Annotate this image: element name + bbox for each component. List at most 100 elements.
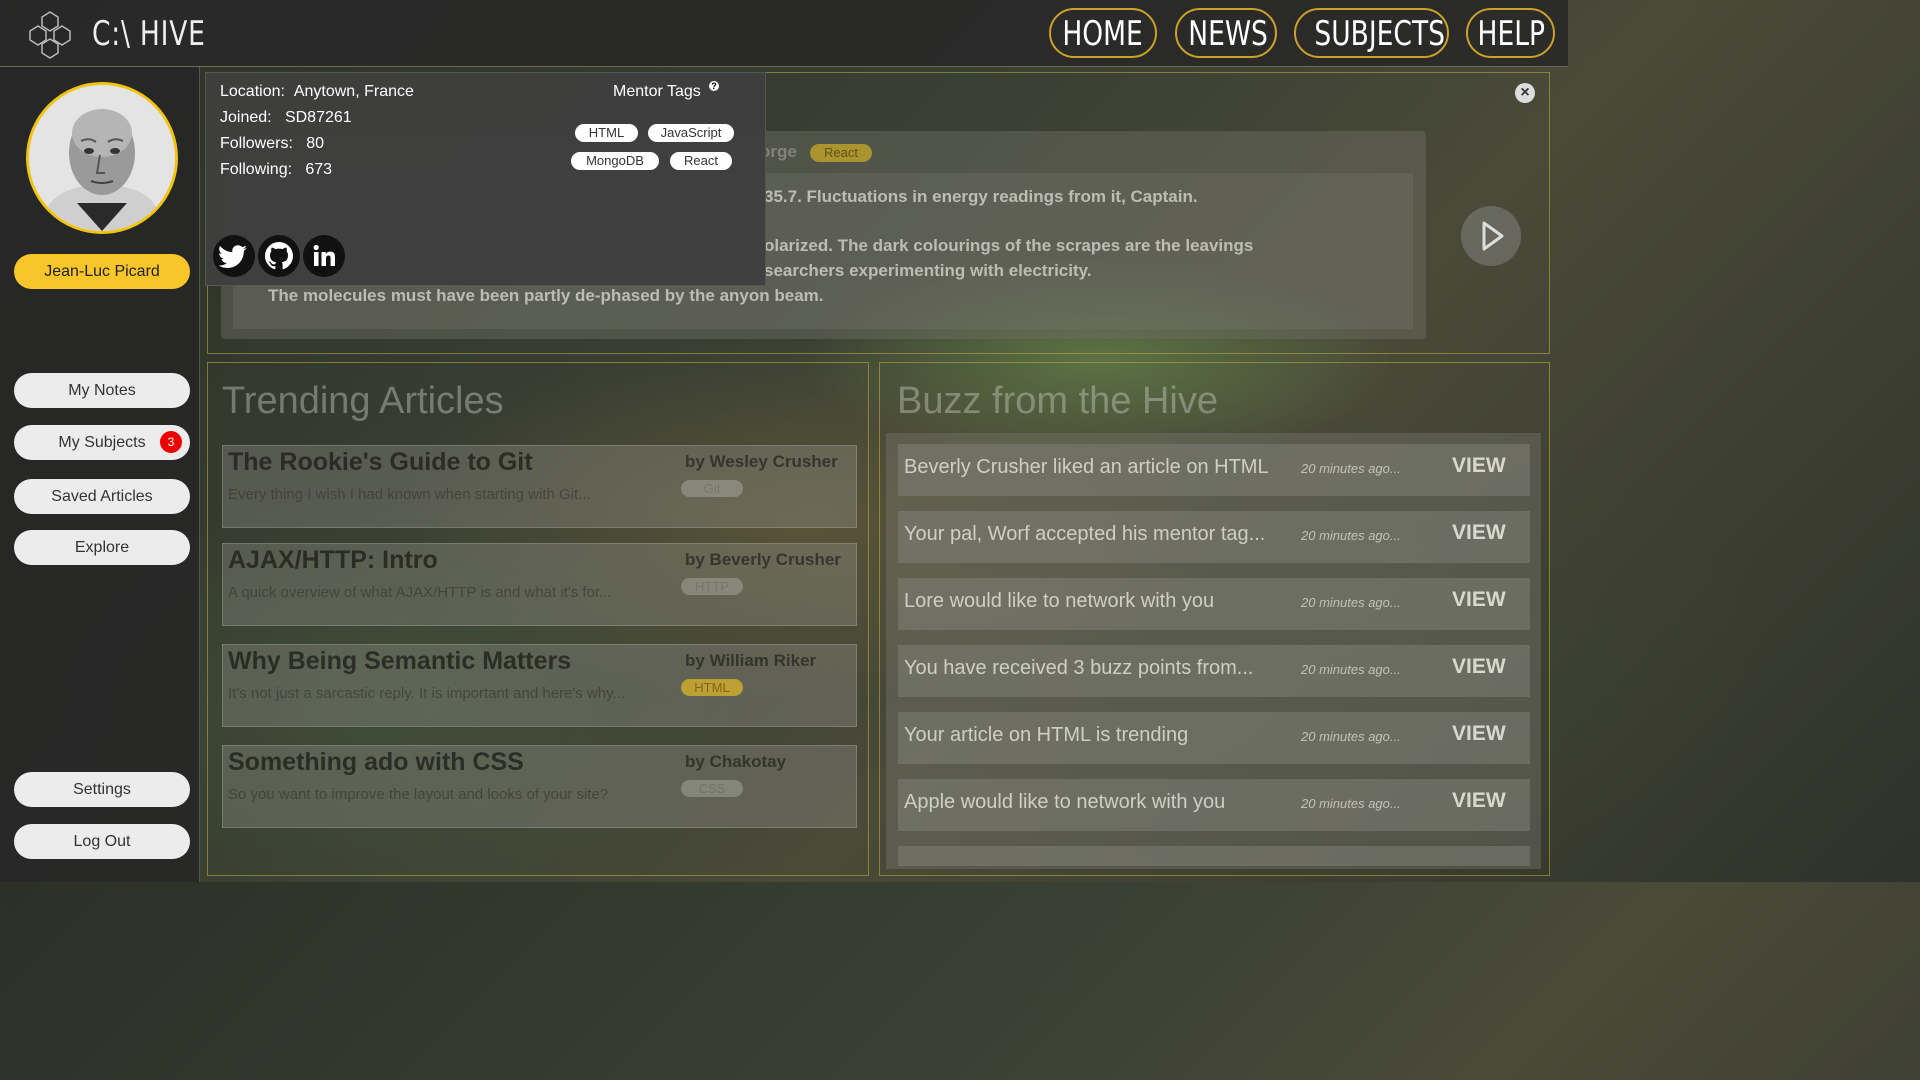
sidebar-item-explore[interactable]: Explore [14, 530, 190, 565]
github-icon[interactable] [258, 235, 300, 277]
twitter-glyph [218, 245, 247, 268]
location-label: Location: [220, 83, 285, 100]
user-name-button[interactable]: Jean-Luc Picard [14, 254, 190, 289]
sidebar-item-label: Explore [74, 539, 130, 556]
followers-label: Followers: [220, 135, 293, 152]
logout-label: Log Out [73, 833, 131, 850]
sidebar-item-my-subjects[interactable]: My Subjects 3 [14, 425, 190, 460]
sidebar-item-label: Saved Articles [51, 488, 153, 505]
view-button[interactable]: VIEW [1452, 454, 1506, 478]
buzz-item: Apple would like to network with you 20 … [898, 779, 1530, 831]
buzz-time: 20 minutes ago... [1301, 796, 1401, 811]
article-card[interactable]: AJAX/HTTP: Intro A quick overview of wha… [222, 543, 857, 626]
profile-joined: Joined: SD87261 [220, 109, 352, 127]
profile-following[interactable]: Following: 673 [220, 161, 332, 179]
article-title[interactable]: Something ado with CSS [228, 748, 524, 777]
help-icon[interactable]: ? [709, 81, 719, 91]
avatar-portrait [29, 85, 175, 231]
play-icon [1482, 221, 1504, 251]
joined-value: SD87261 [284, 109, 352, 126]
buzz-time: 20 minutes ago... [1301, 662, 1401, 677]
location-value: Anytown, France [293, 83, 414, 100]
profile-location: Location: Anytown, France [220, 83, 414, 101]
article-tag[interactable]: CSS [681, 780, 743, 797]
article-description: It's not just a sarcastic reply. It is i… [228, 685, 625, 702]
profile-followers[interactable]: Followers: 80 [220, 135, 324, 153]
article-description: So you want to improve the layout and lo… [228, 786, 609, 803]
mentor-tags-title: Mentor Tags [613, 83, 701, 100]
view-button[interactable]: VIEW [1452, 789, 1506, 813]
followers-value: 80 [306, 135, 325, 152]
top-bar: C:\ HIVE HOME NEWS SUBJECTS HELP [0, 0, 1568, 67]
article-title[interactable]: AJAX/HTTP: Intro [228, 546, 438, 575]
view-button[interactable]: VIEW [1452, 521, 1506, 545]
buzz-item: You have received 3 buzz points from... … [898, 645, 1530, 697]
buzz-text: Lore would like to network with you [904, 590, 1215, 612]
buzz-time: 20 minutes ago... [1301, 461, 1401, 476]
article-description: Every thing I wish I had known when star… [228, 486, 591, 503]
welcome-line: 35.7. Fluctuations in energy readings fr… [764, 187, 1198, 206]
sidebar-item-saved-articles[interactable]: Saved Articles [14, 479, 190, 514]
article-description: A quick overview of what AJAX/HTTP is an… [228, 584, 612, 601]
mentor-tag-mongodb[interactable]: MongoDB [571, 152, 659, 170]
following-label: Following: [220, 161, 293, 178]
mentor-tag-html[interactable]: HTML [575, 124, 638, 142]
avatar[interactable] [26, 82, 178, 234]
hive-logo-icon[interactable] [24, 8, 76, 60]
view-button[interactable]: VIEW [1452, 655, 1506, 679]
buzz-title: Buzz from the Hive [897, 380, 1218, 422]
trending-title: Trending Articles [222, 380, 504, 422]
nav-news[interactable]: NEWS [1175, 8, 1277, 58]
profile-popup: Location: Anytown, France Joined: SD8726… [205, 72, 766, 286]
view-button[interactable]: VIEW [1452, 722, 1506, 746]
welcome-tag[interactable]: React [810, 144, 872, 162]
buzz-item [898, 846, 1530, 866]
settings-button[interactable]: Settings [14, 772, 190, 807]
brand-title[interactable]: C:\ HIVE [92, 14, 206, 54]
buzz-text: Your article on HTML is trending [904, 724, 1189, 746]
buzz-text: Apple would like to network with you [904, 791, 1226, 813]
sidebar-item-label: My Subjects [58, 434, 146, 451]
buzz-time: 20 minutes ago... [1301, 595, 1401, 610]
buzz-time: 20 minutes ago... [1301, 528, 1401, 543]
welcome-line: searchers experimenting with electricity… [764, 261, 1092, 280]
article-author[interactable]: by Beverly Crusher [685, 550, 841, 570]
sidebar-item-label: My Notes [68, 382, 136, 399]
article-tag[interactable]: HTML [681, 679, 743, 696]
view-button[interactable]: VIEW [1452, 588, 1506, 612]
mentor-tag-javascript[interactable]: JavaScript [648, 124, 734, 142]
buzz-item: Your article on HTML is trending 20 minu… [898, 712, 1530, 764]
article-title[interactable]: The Rookie's Guide to Git [228, 448, 533, 477]
article-author[interactable]: by William Riker [685, 651, 816, 671]
article-tag[interactable]: HTTP [681, 578, 743, 595]
welcome-line: olarized. The dark colourings of the scr… [764, 236, 1254, 255]
joined-label: Joined: [220, 109, 272, 126]
twitter-icon[interactable] [213, 235, 255, 277]
close-icon[interactable]: × [1515, 83, 1535, 103]
article-tag[interactable]: Git [681, 480, 743, 497]
play-button[interactable] [1461, 206, 1521, 266]
buzz-time: 20 minutes ago... [1301, 729, 1401, 744]
article-author[interactable]: by Chakotay [685, 752, 786, 772]
article-author[interactable]: by Wesley Crusher [685, 452, 838, 472]
buzz-text: Beverly Crusher liked an article on HTML [904, 456, 1269, 478]
linkedin-glyph [313, 244, 335, 266]
article-title[interactable]: Why Being Semantic Matters [228, 647, 571, 676]
github-glyph [265, 242, 293, 270]
nav-help[interactable]: HELP [1466, 8, 1555, 58]
article-card[interactable]: Why Being Semantic Matters It's not just… [222, 644, 857, 727]
settings-label: Settings [73, 781, 131, 798]
buzz-item: Your pal, Worf accepted his mentor tag..… [898, 511, 1530, 563]
article-card[interactable]: Something ado with CSS So you want to im… [222, 745, 857, 828]
article-card[interactable]: The Rookie's Guide to Git Every thing I … [222, 445, 857, 528]
mentor-tag-react[interactable]: React [670, 152, 732, 170]
nav-home[interactable]: HOME [1049, 8, 1157, 58]
logout-button[interactable]: Log Out [14, 824, 190, 859]
buzz-text: Your pal, Worf accepted his mentor tag..… [904, 523, 1266, 545]
sidebar-item-my-notes[interactable]: My Notes [14, 373, 190, 408]
welcome-line: The molecules must have been partly de-p… [268, 286, 824, 305]
nav-subjects[interactable]: SUBJECTS [1294, 8, 1449, 58]
buzz-item: Beverly Crusher liked an article on HTML… [898, 444, 1530, 496]
linkedin-icon[interactable] [303, 235, 345, 277]
notification-badge: 3 [160, 431, 182, 453]
